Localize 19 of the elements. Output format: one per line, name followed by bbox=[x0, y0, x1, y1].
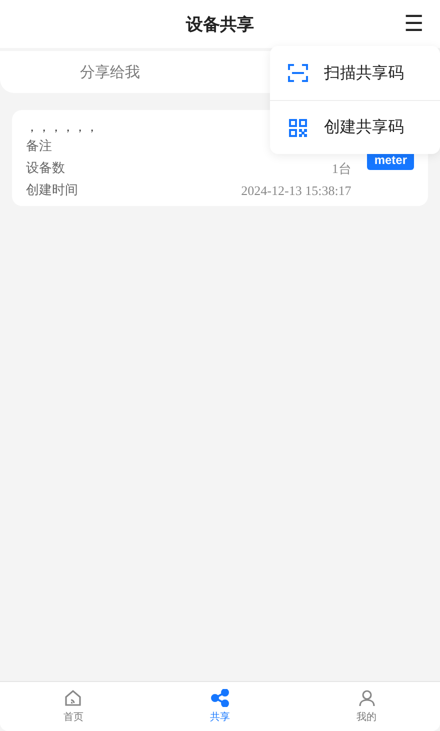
page-title: 设备共享 bbox=[186, 14, 254, 36]
nav-tab[interactable]: 共享 bbox=[146, 682, 294, 731]
menu-button[interactable]: ☰ bbox=[404, 12, 424, 36]
field-value: 1台 bbox=[332, 160, 352, 178]
user-icon bbox=[358, 689, 376, 707]
menu-item[interactable]: 创建共享码 bbox=[270, 100, 440, 154]
qr-code-icon bbox=[288, 118, 308, 138]
nav-tab[interactable]: 首页 bbox=[0, 682, 147, 731]
tab[interactable]: 分享给我 bbox=[0, 51, 220, 93]
card-title: ，，，，，， bbox=[26, 119, 98, 136]
field-value: 2024-12-13 15:38:17 bbox=[241, 182, 352, 200]
nav-tab[interactable]: 我的 bbox=[293, 682, 440, 731]
field-label: 备注 bbox=[26, 138, 52, 156]
home-icon bbox=[64, 689, 82, 707]
share-icon bbox=[211, 689, 229, 707]
field-label: 设备数 bbox=[26, 160, 65, 178]
field-label: 创建时间 bbox=[26, 182, 78, 200]
menu-item[interactable]: 扫描共享码 bbox=[270, 46, 440, 100]
scan-icon bbox=[288, 64, 308, 82]
